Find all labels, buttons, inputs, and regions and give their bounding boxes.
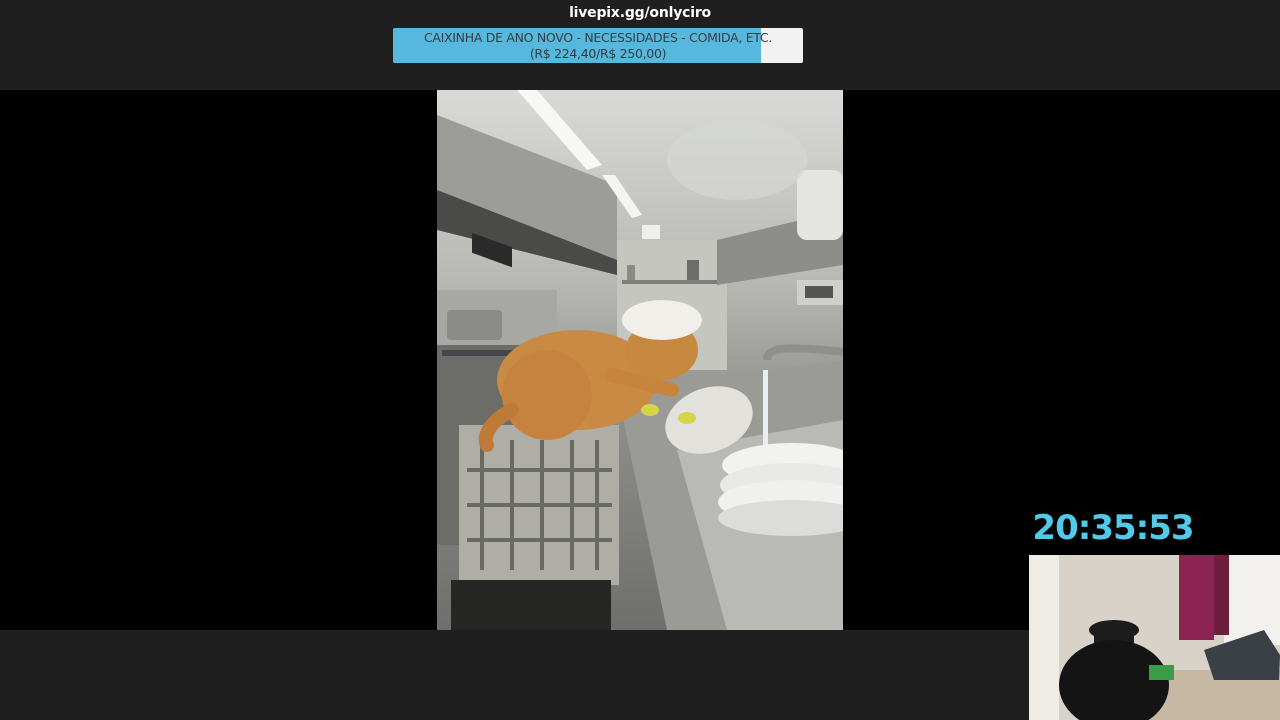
top-overlay-bar: livepix.gg/onlyciro CAIXINHA DE ANO NOVO… — [0, 0, 1280, 90]
webcam-room-image — [1029, 555, 1280, 720]
goal-title: CAIXINHA DE ANO NOVO - NECESSIDADES - CO… — [423, 30, 773, 45]
goal-amount: (R$ 224,40/R$ 250,00) — [529, 46, 667, 61]
donation-goal-bar: CAIXINHA DE ANO NOVO - NECESSIDADES - CO… — [393, 28, 803, 63]
stream-clock: 20:35:53 — [1032, 508, 1194, 548]
video-stage — [0, 90, 1280, 630]
webcam-feed — [1029, 555, 1280, 720]
video-frame — [437, 90, 843, 630]
kitchen-scene-image — [437, 90, 843, 630]
donation-link[interactable]: livepix.gg/onlyciro — [0, 5, 1280, 21]
goal-text: CAIXINHA DE ANO NOVO - NECESSIDADES - CO… — [393, 30, 803, 62]
